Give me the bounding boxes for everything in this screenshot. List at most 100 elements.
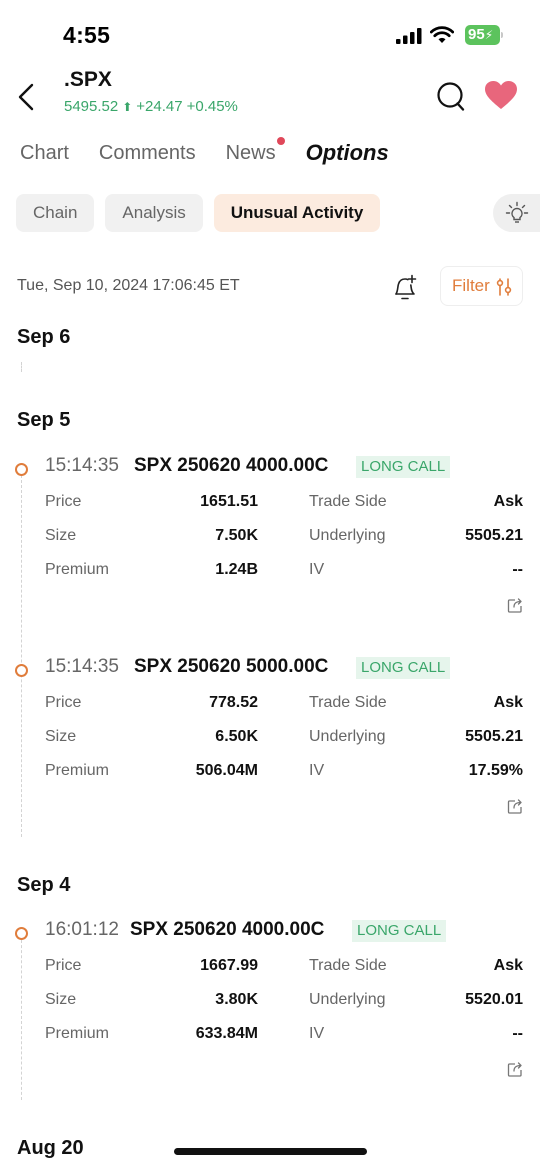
day-header-sep-4: Sep 4 (17, 874, 71, 896)
trade-type-badge: LONG CALL (352, 920, 447, 942)
trade-row: Size 7.50K Underlying 5505.21 (45, 527, 523, 547)
search-icon (437, 82, 465, 111)
tab-news[interactable]: News (225, 134, 285, 172)
iv-label: IV (309, 1025, 325, 1042)
trade-contract: SPX 250620 5000.00C (134, 656, 329, 677)
premium-value: 633.84M (195, 1025, 258, 1042)
share-icon (507, 1062, 522, 1077)
trade-row: Premium 1.24B IV -- (45, 561, 523, 581)
tab-label: Comments (98, 142, 196, 164)
subtab-unusual-activity[interactable]: Unusual Activity (213, 194, 381, 232)
back-button[interactable] (14, 80, 40, 114)
trade-side-value: Ask (493, 493, 523, 510)
premium-label: Premium (45, 561, 110, 578)
size-label: Size (45, 728, 77, 745)
price-value: 778.52 (209, 694, 258, 711)
charging-bolt-icon: ⚡ (484, 28, 494, 42)
price-change-percent: +0.45% (186, 98, 238, 115)
status-time: 4:55 (63, 22, 111, 48)
trade-time: 16:01:12 (45, 919, 119, 940)
size-value: 7.50K (215, 527, 258, 544)
chevron-left-icon (18, 83, 34, 111)
filter-button[interactable]: Filter (440, 266, 523, 306)
price-change: +24.47 (136, 98, 183, 115)
trade-contract: SPX 250620 4000.00C (134, 455, 329, 476)
data-timestamp: Tue, Sep 10, 2024 17:06:45 ET (17, 277, 240, 294)
heart-icon (485, 81, 517, 109)
search-button[interactable] (436, 81, 466, 113)
underlying-label: Underlying (309, 728, 386, 745)
trade-row: Premium 506.04M IV 17.59% (45, 762, 523, 782)
quote-line: 5495.52 ⬆ +24.47 +0.45% (64, 98, 242, 115)
size-value: 6.50K (215, 728, 258, 745)
tab-comments[interactable]: Comments (99, 134, 196, 172)
size-value: 3.80K (215, 991, 258, 1008)
iv-label: IV (309, 561, 325, 578)
price-label: Price (45, 694, 82, 711)
quote-header: .SPX 5495.52 ⬆ +24.47 +0.45% (0, 64, 540, 128)
price-label: Price (45, 493, 82, 510)
battery-level: 95⚡ (465, 25, 500, 45)
underlying-value: 5505.21 (465, 728, 523, 745)
trade-side-value: Ask (493, 957, 523, 974)
sliders-icon (496, 278, 512, 296)
battery-indicator: 95⚡ (465, 25, 503, 45)
share-button[interactable] (507, 1061, 523, 1077)
tab-chart[interactable]: Chart (20, 134, 69, 172)
share-icon (507, 799, 522, 814)
price-label: Price (45, 957, 82, 974)
trade-row: Price 1651.51 Trade Side Ask (45, 493, 523, 513)
cellular-signal-icon (396, 28, 422, 44)
trade-row: Size 6.50K Underlying 5505.21 (45, 728, 523, 748)
timeline-line (21, 362, 22, 372)
timeline-node-icon (15, 927, 28, 940)
watchlist-heart-button[interactable] (484, 80, 518, 110)
underlying-label: Underlying (309, 527, 386, 544)
premium-value: 506.04M (195, 762, 258, 779)
premium-label: Premium (45, 1025, 110, 1042)
subtab-analysis[interactable]: Analysis (105, 194, 203, 232)
lightbulb-icon (505, 201, 529, 223)
trade-side-value: Ask (493, 694, 523, 711)
underlying-value: 5520.01 (465, 991, 523, 1008)
underlying-value: 5505.21 (465, 527, 523, 544)
battery-cap (501, 32, 503, 38)
trade-type-badge: LONG CALL (356, 657, 451, 679)
add-alert-button[interactable] (392, 273, 418, 303)
share-button[interactable] (507, 798, 523, 814)
trade-side-label: Trade Side (309, 493, 387, 510)
premium-label: Premium (45, 762, 110, 779)
iv-value: 17.59% (468, 762, 523, 779)
trade-time: 15:14:35 (45, 455, 119, 476)
tab-label: News (225, 142, 276, 164)
trade-row: Premium 633.84M IV -- (45, 1025, 523, 1045)
up-arrow-icon: ⬆ (122, 100, 133, 114)
tab-label: Chart (20, 142, 69, 164)
underlying-label: Underlying (309, 991, 386, 1008)
day-header-sep-6: Sep 6 (17, 326, 71, 348)
subtab-chain[interactable]: Chain (16, 194, 95, 232)
timeline-line (21, 940, 22, 1100)
trade-row: Size 3.80K Underlying 5520.01 (45, 991, 523, 1011)
size-label: Size (45, 991, 77, 1008)
home-indicator[interactable] (174, 1148, 367, 1155)
battery-percent: 95 (468, 26, 485, 43)
price-value: 1667.99 (200, 957, 258, 974)
tips-button[interactable] (493, 194, 540, 232)
share-button[interactable] (507, 597, 523, 613)
trade-contract: SPX 250620 4000.00C (130, 919, 325, 940)
tab-options[interactable]: Options (305, 134, 389, 172)
trade-type-badge: LONG CALL (356, 456, 451, 478)
options-subtabs: Chain Analysis Unusual Activity (16, 194, 391, 232)
unread-dot (276, 137, 285, 145)
share-icon (507, 598, 522, 613)
trade-time: 15:14:35 (45, 656, 119, 677)
main-tabs: Chart Comments News Options (20, 134, 419, 174)
day-header-sep-5: Sep 5 (17, 409, 71, 431)
timeline-line (21, 475, 22, 837)
trade-row: Price 1667.99 Trade Side Ask (45, 957, 523, 977)
iv-label: IV (309, 762, 325, 779)
size-label: Size (45, 527, 77, 544)
bell-plus-icon (395, 274, 417, 300)
timeline-node-icon (15, 664, 28, 677)
